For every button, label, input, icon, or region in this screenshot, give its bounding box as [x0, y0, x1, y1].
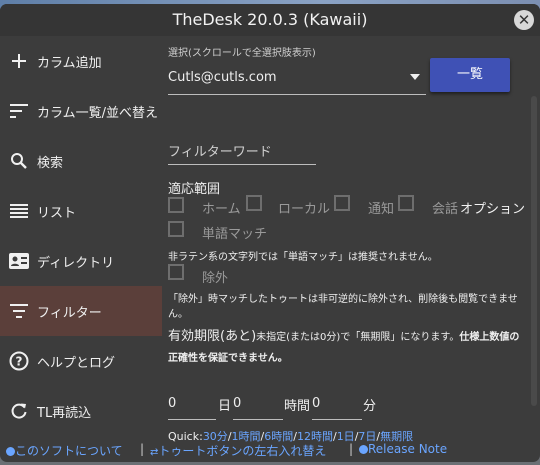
info-icon [6, 447, 15, 456]
minutes-unit: 分 [363, 399, 377, 414]
app-window: TheDesk 20.0.3 (Kawaii) ✕ カラム追加 カラム一覧/並べ… [0, 4, 540, 462]
scope-local-checkbox[interactable] [246, 195, 262, 211]
exclude-checkbox[interactable] [168, 264, 184, 280]
sidebar-item-label: フィルター [37, 305, 102, 321]
exclude-label: 除外 [202, 271, 229, 286]
sidebar-item-label: カラム追加 [37, 55, 102, 71]
sidebar-item-filter[interactable]: フィルター [0, 286, 162, 336]
minutes-input[interactable]: 0 [312, 393, 362, 420]
expire-note: 未指定(または0分)で「無期限」になります。 [256, 332, 460, 343]
footer-separator: | [349, 442, 354, 456]
scrollbar[interactable] [531, 96, 537, 406]
window-title: TheDesk 20.0.3 (Kawaii) [172, 10, 368, 29]
about-link[interactable]: このソフトについて [6, 442, 123, 459]
word-match-checkbox[interactable] [168, 221, 184, 237]
hours-value: 0 [233, 396, 242, 411]
days-value: 0 [168, 396, 177, 411]
sidebar-item-label: リスト [37, 205, 77, 221]
account-select[interactable]: Cutls@cutls.com [168, 60, 426, 95]
sidebar-item-directory[interactable]: ディレクトリ [0, 236, 162, 286]
scope-local-label: ローカル [278, 202, 331, 217]
sidebar-item-help[interactable]: ? ヘルプとログ [0, 336, 162, 386]
sidebar-item-label: カラム一覧/並べ替え [37, 105, 158, 121]
hours-input[interactable]: 0 [233, 393, 283, 420]
minutes-value: 0 [312, 396, 321, 411]
sidebar-item-label: ヘルプとログ [37, 355, 116, 371]
expire-label: 有効期限(あと) [168, 329, 257, 344]
scope-conv-label: 会話 [432, 202, 459, 217]
toot-swap-label: トゥートボタンの左右入れ替え [158, 444, 327, 458]
hours-unit: 時間 [284, 399, 311, 414]
expire-description: 有効期限(あと)未指定(または0分)で「無期限」になります。仕様上数値の正確性を… [168, 326, 528, 368]
scope-conv-checkbox[interactable] [398, 195, 414, 211]
filter-word-input[interactable]: フィルターワード [168, 136, 316, 165]
select-hint: 選択(スクロールで全選択肢表示) [168, 48, 316, 59]
help-icon: ? [9, 351, 29, 371]
sidebar-item-column-list[interactable]: カラム一覧/並べ替え [0, 86, 162, 136]
word-match-note: 非ラテン系の文字列では「単語マッチ」は推奨されません。 [168, 252, 438, 263]
list-button[interactable]: 一覧 [430, 58, 510, 92]
filter-icon [9, 301, 29, 321]
contact-card-icon [9, 251, 29, 271]
scope-notify-label: 通知 [368, 202, 395, 217]
sidebar-menu: カラム追加 カラム一覧/並べ替え 検索 リスト ディレクトリ フィルター ? ヘ… [0, 36, 162, 436]
scope-home-checkbox[interactable] [168, 197, 184, 213]
about-link-label: このソフトについて [15, 444, 123, 458]
sidebar-item-label: TL再読込 [37, 405, 92, 421]
sidebar-item-reload[interactable]: TL再読込 [0, 386, 162, 436]
refresh-icon [9, 401, 29, 421]
word-match-label: 単語マッチ [202, 227, 268, 242]
account-selected-value: Cutls@cutls.com [168, 70, 277, 85]
sidebar-item-label: 検索 [37, 155, 64, 171]
footer-separator: | [140, 442, 145, 456]
release-note-label: Release Note [368, 442, 448, 456]
plus-icon [9, 51, 29, 71]
exclude-note: 「除外」時マッチしたトゥートは非可逆的に除外され、削除後も閲覧できません。 [168, 294, 518, 320]
sidebar-item-add-column[interactable]: カラム追加 [0, 36, 162, 86]
title-bar: TheDesk 20.0.3 (Kawaii) ✕ [0, 4, 540, 36]
sidebar-item-search[interactable]: 検索 [0, 136, 162, 186]
footer-links: このソフトについて | ⇄トゥートボタンの左右入れ替え | Release No… [0, 436, 540, 462]
svg-text:?: ? [16, 355, 23, 369]
filter-panel: 選択(スクロールで全選択肢表示) Cutls@cutls.com 一覧 フィルタ… [162, 36, 540, 443]
days-unit: 日 [218, 399, 232, 414]
scope-notify-checkbox[interactable] [334, 195, 350, 211]
info-icon [359, 445, 368, 454]
days-input[interactable]: 0 [168, 393, 216, 420]
search-icon [9, 151, 29, 171]
chevron-down-icon [410, 74, 420, 80]
list-icon [9, 201, 29, 221]
sort-icon [9, 101, 29, 121]
release-note-link[interactable]: Release Note [359, 442, 447, 456]
scope-home-label: ホーム [202, 202, 241, 217]
sidebar-item-label: ディレクトリ [37, 255, 115, 271]
option-label: オプション [460, 202, 526, 217]
close-icon[interactable]: ✕ [514, 10, 534, 30]
scope-label: 適応範囲 [168, 182, 221, 197]
toot-swap-link[interactable]: ⇄トゥートボタンの左右入れ替え [150, 442, 326, 459]
sidebar-item-list[interactable]: リスト [0, 186, 162, 236]
filter-word-placeholder: フィルターワード [168, 145, 272, 160]
